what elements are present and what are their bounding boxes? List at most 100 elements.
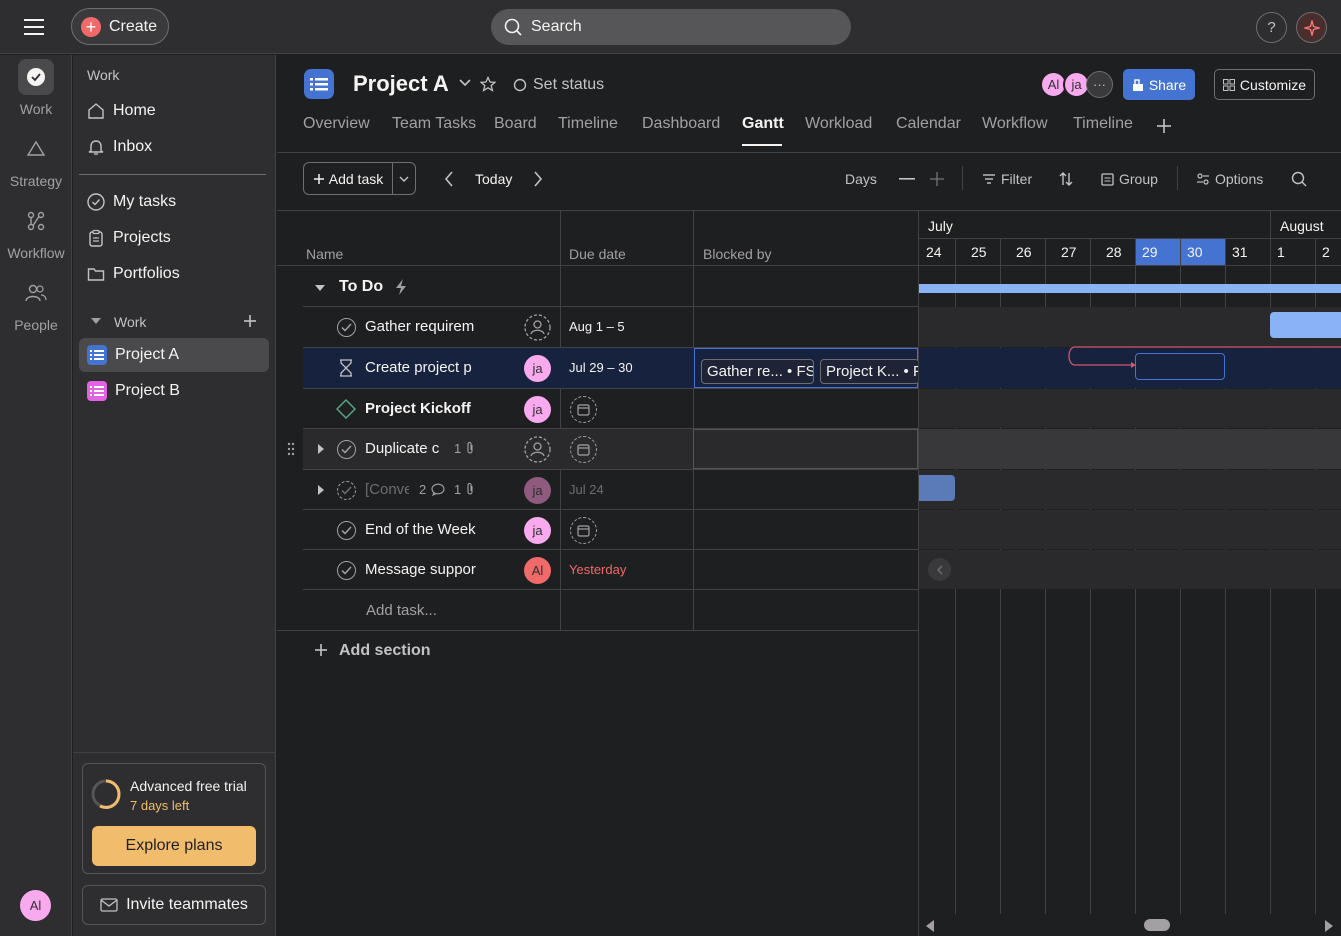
calendar-icon[interactable] bbox=[570, 396, 597, 423]
milestone-diamond-icon[interactable] bbox=[336, 399, 356, 419]
lightning-icon[interactable] bbox=[394, 278, 408, 296]
chevron-down-icon[interactable] bbox=[459, 79, 471, 87]
sidebar-item-projects[interactable]: Projects bbox=[79, 221, 269, 255]
tab-overview[interactable]: Overview bbox=[303, 115, 370, 133]
options-button[interactable]: Options bbox=[1196, 171, 1263, 187]
task-name[interactable]: Gather requirem bbox=[365, 318, 479, 335]
section-title[interactable]: To Do bbox=[339, 278, 383, 296]
search-icon[interactable] bbox=[1291, 171, 1307, 187]
table-row[interactable]: Project Kickoff ja bbox=[303, 389, 918, 429]
dependency-chip[interactable]: Gather re... • FS bbox=[701, 359, 814, 384]
task-bar[interactable] bbox=[1270, 312, 1341, 338]
column-header-blocked-by[interactable]: Blocked by bbox=[703, 246, 771, 262]
scroll-right-icon[interactable] bbox=[1324, 920, 1334, 932]
tab-dashboard[interactable]: Dashboard bbox=[642, 115, 720, 133]
menu-icon[interactable] bbox=[22, 16, 48, 38]
add-project-icon[interactable] bbox=[243, 314, 257, 328]
blocked-by-cell[interactable]: Gather re... • FS Project K... • F bbox=[694, 348, 919, 388]
ai-sparkle-button[interactable] bbox=[1296, 12, 1327, 43]
tab-calendar[interactable]: Calendar bbox=[896, 115, 961, 133]
due-date[interactable]: Yesterday bbox=[569, 562, 626, 577]
chevron-right-icon[interactable] bbox=[533, 171, 543, 187]
expand-caret-icon[interactable] bbox=[317, 443, 325, 455]
task-name[interactable]: Duplicate c bbox=[365, 440, 445, 457]
complete-check-icon[interactable] bbox=[337, 561, 356, 580]
chevron-down-icon[interactable] bbox=[393, 176, 415, 182]
table-row[interactable]: Gather requirem Aug 1 – 5 bbox=[303, 307, 918, 347]
blocked-by-cell[interactable] bbox=[693, 429, 918, 469]
calendar-icon[interactable] bbox=[570, 517, 597, 544]
task-name[interactable]: [Conve bbox=[365, 481, 409, 498]
sidebar-item-portfolios[interactable]: Portfolios bbox=[79, 257, 269, 291]
complete-check-icon[interactable] bbox=[337, 440, 356, 459]
share-button[interactable]: Share bbox=[1123, 69, 1195, 100]
task-name[interactable]: Create project p bbox=[365, 359, 479, 376]
section-summary-bar[interactable] bbox=[919, 284, 1341, 293]
tab-timeline-2[interactable]: Timeline bbox=[1073, 115, 1133, 133]
task-name[interactable]: End of the Week bbox=[365, 521, 479, 538]
column-header-due-date[interactable]: Due date bbox=[569, 246, 626, 262]
sidebar-item-home[interactable]: Home bbox=[79, 94, 269, 128]
sidebar-item-project-b[interactable]: Project B bbox=[79, 374, 269, 408]
assignee-avatar[interactable]: ja bbox=[524, 517, 551, 544]
scroll-left-icon[interactable] bbox=[925, 920, 935, 932]
empty-assignee-icon[interactable] bbox=[524, 436, 551, 463]
star-icon[interactable] bbox=[480, 76, 496, 92]
table-row[interactable]: Message suppor Al Yesterday bbox=[303, 550, 918, 590]
zoom-days-select[interactable]: Days bbox=[845, 171, 877, 187]
complete-check-icon[interactable] bbox=[337, 521, 356, 540]
tab-workload[interactable]: Workload bbox=[805, 115, 872, 133]
add-task-button[interactable]: Add task bbox=[303, 162, 416, 195]
calendar-icon[interactable] bbox=[570, 436, 597, 463]
complete-check-icon[interactable] bbox=[337, 318, 356, 337]
assignee-avatar[interactable]: ja bbox=[524, 355, 551, 382]
more-members-icon[interactable]: ··· bbox=[1086, 71, 1113, 98]
sidebar-item-my-tasks[interactable]: My tasks bbox=[79, 185, 269, 219]
expand-caret-icon[interactable] bbox=[317, 484, 325, 496]
scroll-to-task-button[interactable] bbox=[928, 558, 951, 581]
assignee-avatar[interactable]: ja bbox=[524, 477, 551, 504]
column-header-name[interactable]: Name bbox=[306, 246, 343, 262]
task-bar[interactable] bbox=[919, 475, 955, 501]
dependency-chip[interactable]: Project K... • F bbox=[820, 359, 919, 384]
plus-icon[interactable] bbox=[314, 643, 328, 657]
sort-icon[interactable] bbox=[1059, 171, 1073, 187]
sidebar-item-project-a[interactable]: Project A bbox=[79, 338, 269, 372]
tab-board[interactable]: Board bbox=[494, 115, 537, 133]
assignee-avatar[interactable]: ja bbox=[524, 396, 551, 423]
zoom-in-icon[interactable] bbox=[929, 171, 945, 187]
customize-button[interactable]: Customize bbox=[1214, 69, 1315, 100]
search-input[interactable]: Search bbox=[491, 9, 851, 45]
group-button[interactable]: Group bbox=[1101, 171, 1158, 187]
table-row[interactable]: Duplicate c 1 bbox=[287, 429, 918, 469]
table-row[interactable]: [Conve 2 1 ja Jul 24 bbox=[303, 470, 918, 510]
add-task-main[interactable]: Add task bbox=[304, 163, 393, 194]
scrollbar-thumb[interactable] bbox=[1144, 919, 1170, 931]
table-row[interactable]: Create project p ja Jul 29 – 30 Gather r… bbox=[303, 348, 919, 388]
help-button[interactable]: ? bbox=[1256, 12, 1287, 43]
section-collapse-icon[interactable] bbox=[314, 284, 326, 292]
sidebar-item-inbox[interactable]: Inbox bbox=[79, 130, 269, 164]
rail-item-work[interactable]: Work bbox=[0, 59, 72, 117]
due-date[interactable]: Jul 29 – 30 bbox=[569, 360, 633, 375]
caret-down-icon[interactable] bbox=[90, 316, 102, 326]
invite-teammates-button[interactable]: Invite teammates bbox=[82, 885, 266, 925]
rail-item-workflow[interactable]: Workflow bbox=[0, 203, 72, 261]
tab-team-tasks[interactable]: Team Tasks bbox=[392, 115, 476, 133]
zoom-out-icon[interactable] bbox=[899, 178, 915, 180]
rail-item-strategy[interactable]: Strategy bbox=[0, 131, 72, 189]
user-avatar[interactable]: Al bbox=[20, 890, 51, 921]
chevron-left-icon[interactable] bbox=[444, 171, 454, 187]
today-button[interactable]: Today bbox=[475, 171, 512, 187]
project-title[interactable]: Project A bbox=[353, 71, 449, 97]
tab-workflow[interactable]: Workflow bbox=[982, 115, 1048, 133]
due-date[interactable]: Aug 1 – 5 bbox=[569, 319, 625, 334]
team-section-label[interactable]: Work bbox=[114, 314, 146, 330]
filter-button[interactable]: Filter bbox=[982, 171, 1032, 187]
task-name[interactable]: Message suppor bbox=[365, 561, 479, 578]
drag-handle-icon[interactable] bbox=[287, 442, 295, 456]
hourglass-icon[interactable] bbox=[339, 359, 353, 377]
add-task-row[interactable]: Add task... bbox=[366, 602, 437, 619]
empty-assignee-icon[interactable] bbox=[524, 314, 551, 341]
tab-gantt[interactable]: Gantt bbox=[742, 115, 784, 133]
